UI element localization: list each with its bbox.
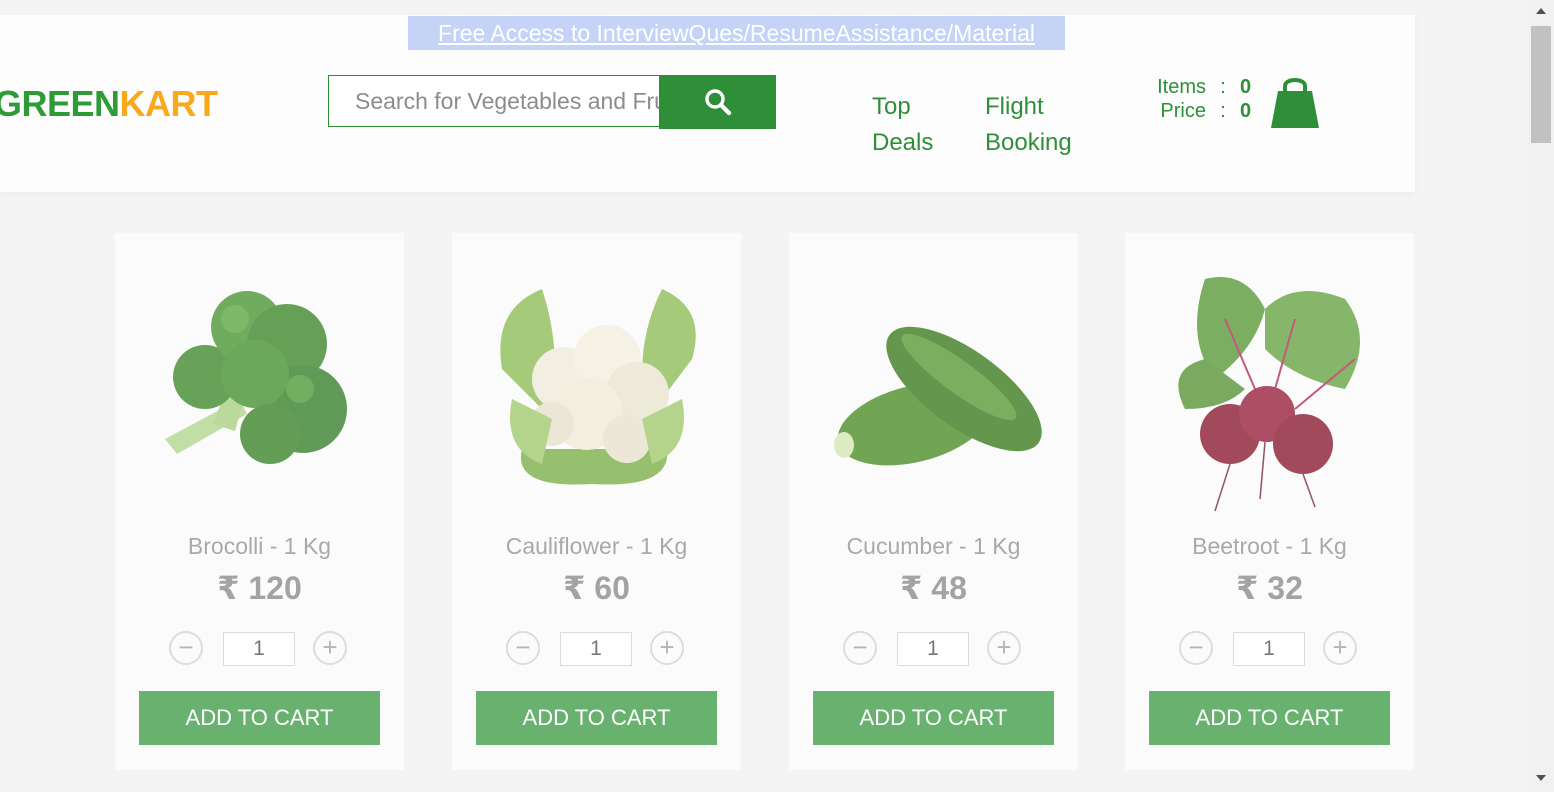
cart-items-separator: :	[1220, 76, 1226, 98]
product-name: Brocolli - 1 Kg	[187, 533, 332, 559]
decrement-button[interactable]: −	[843, 631, 877, 665]
product-image-broccoli	[135, 249, 384, 519]
product-card-cauliflower: Cauliflower - 1 Kg ₹ 60 − + ADD TO CART	[452, 233, 741, 770]
product-name: Cauliflower - 1 Kg	[505, 533, 688, 559]
cart-items-label: Items	[1157, 76, 1206, 98]
product-image-beetroot	[1145, 249, 1394, 519]
cart-items-count: 0	[1240, 76, 1252, 98]
search-input[interactable]	[328, 75, 659, 127]
nav-link-flight-booking[interactable]: Flight Booking	[985, 89, 1072, 161]
product-price: ₹ 120	[217, 570, 302, 606]
product-card-cucumber: Cucumber - 1 Kg ₹ 48 − + ADD TO CART	[789, 233, 1078, 770]
product-image-cauliflower	[472, 249, 721, 519]
scroll-up-arrow-icon[interactable]	[1536, 8, 1546, 14]
increment-button[interactable]: +	[313, 631, 347, 665]
decrement-button[interactable]: −	[506, 631, 540, 665]
product-price: ₹ 60	[563, 570, 630, 606]
add-to-cart-button[interactable]: ADD TO CART	[476, 691, 717, 745]
product-name: Beetroot - 1 Kg	[1192, 533, 1347, 559]
product-name: Cucumber - 1 Kg	[846, 533, 1021, 559]
search-icon	[704, 89, 731, 116]
increment-button[interactable]: +	[987, 631, 1021, 665]
nav-link-top-deals-line2: Deals	[872, 129, 934, 156]
nav-link-flight-booking-line1: Flight	[985, 93, 1044, 120]
increment-button[interactable]: +	[650, 631, 684, 665]
brand-logo-part1: GREEN	[0, 83, 120, 124]
cart-summary: Items : 0 Price : 0	[1140, 75, 1251, 123]
brand-logo-part2: KART	[119, 83, 218, 124]
scroll-down-arrow-icon[interactable]	[1536, 775, 1546, 781]
search-button[interactable]	[659, 75, 776, 129]
nav-link-top-deals-line1: Top	[872, 93, 911, 120]
quantity-input[interactable]	[897, 632, 969, 666]
nav-link-flight-booking-line2: Booking	[985, 129, 1072, 156]
promo-link[interactable]: Free Access to InterviewQues/ResumeAssis…	[408, 16, 1065, 50]
quantity-input[interactable]	[1233, 632, 1305, 666]
cart-price-label: Price	[1160, 100, 1206, 122]
brand-logo[interactable]: GREENKART	[0, 83, 218, 125]
scrollbar[interactable]	[1528, 0, 1554, 792]
add-to-cart-button[interactable]: ADD TO CART	[139, 691, 380, 745]
product-card-brocolli: Brocolli - 1 Kg ₹ 120 − + ADD TO CART	[115, 233, 404, 770]
quantity-input[interactable]	[223, 632, 295, 666]
cart-icon[interactable]	[1269, 73, 1321, 131]
product-price: ₹ 48	[900, 570, 967, 606]
increment-button[interactable]: +	[1323, 631, 1357, 665]
decrement-button[interactable]: −	[1179, 631, 1213, 665]
product-price: ₹ 32	[1236, 570, 1303, 606]
cart-price-separator: :	[1220, 100, 1226, 122]
product-image-cucumber	[809, 249, 1058, 519]
add-to-cart-button[interactable]: ADD TO CART	[813, 691, 1054, 745]
nav-link-top-deals[interactable]: Top Deals	[872, 89, 933, 161]
cart-price-row: Price : 0	[1140, 99, 1251, 123]
cart-items-row: Items : 0	[1140, 75, 1251, 99]
product-card-beetroot: Beetroot - 1 Kg ₹ 32 − + ADD TO CART	[1125, 233, 1414, 770]
decrement-button[interactable]: −	[169, 631, 203, 665]
add-to-cart-button[interactable]: ADD TO CART	[1149, 691, 1390, 745]
quantity-input[interactable]	[560, 632, 632, 666]
scrollbar-thumb[interactable]	[1531, 26, 1551, 143]
cart-price-total: 0	[1240, 100, 1252, 122]
